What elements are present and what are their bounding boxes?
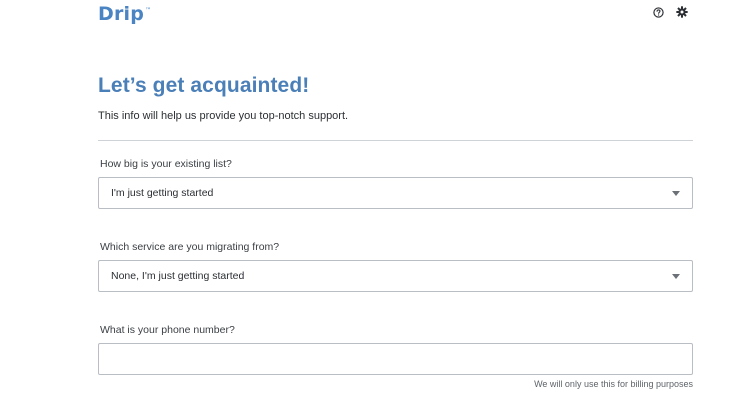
- list-size-label: How big is your existing list?: [100, 158, 232, 170]
- migrating-from-select[interactable]: None, I'm just getting started: [98, 260, 693, 292]
- chevron-down-icon: [672, 274, 680, 279]
- page-subtitle: This info will help us provide you top-n…: [98, 110, 349, 122]
- logo-text: Drip: [98, 3, 145, 25]
- section-divider: [98, 140, 693, 141]
- list-size-select[interactable]: I'm just getting started: [98, 177, 693, 209]
- gear-icon[interactable]: [676, 6, 688, 18]
- list-size-selected-value: I'm just getting started: [111, 187, 214, 199]
- migrating-from-label: Which service are you migrating from?: [100, 241, 280, 253]
- onboarding-page: Drip™ Let’s get acquainted! This info wi…: [0, 0, 750, 400]
- phone-label: What is your phone number?: [100, 324, 235, 336]
- chevron-down-icon: [672, 191, 680, 196]
- drip-logo[interactable]: Drip™: [98, 4, 151, 24]
- phone-field[interactable]: [98, 343, 693, 375]
- help-icon[interactable]: [652, 6, 664, 18]
- logo-trademark: ™: [145, 7, 152, 14]
- page-title: Let’s get acquainted!: [98, 74, 310, 97]
- header-actions: [652, 6, 688, 18]
- phone-hint: We will only use this for billing purpos…: [534, 379, 693, 389]
- phone-input[interactable]: [99, 344, 692, 374]
- migrating-from-selected-value: None, I'm just getting started: [111, 270, 245, 282]
